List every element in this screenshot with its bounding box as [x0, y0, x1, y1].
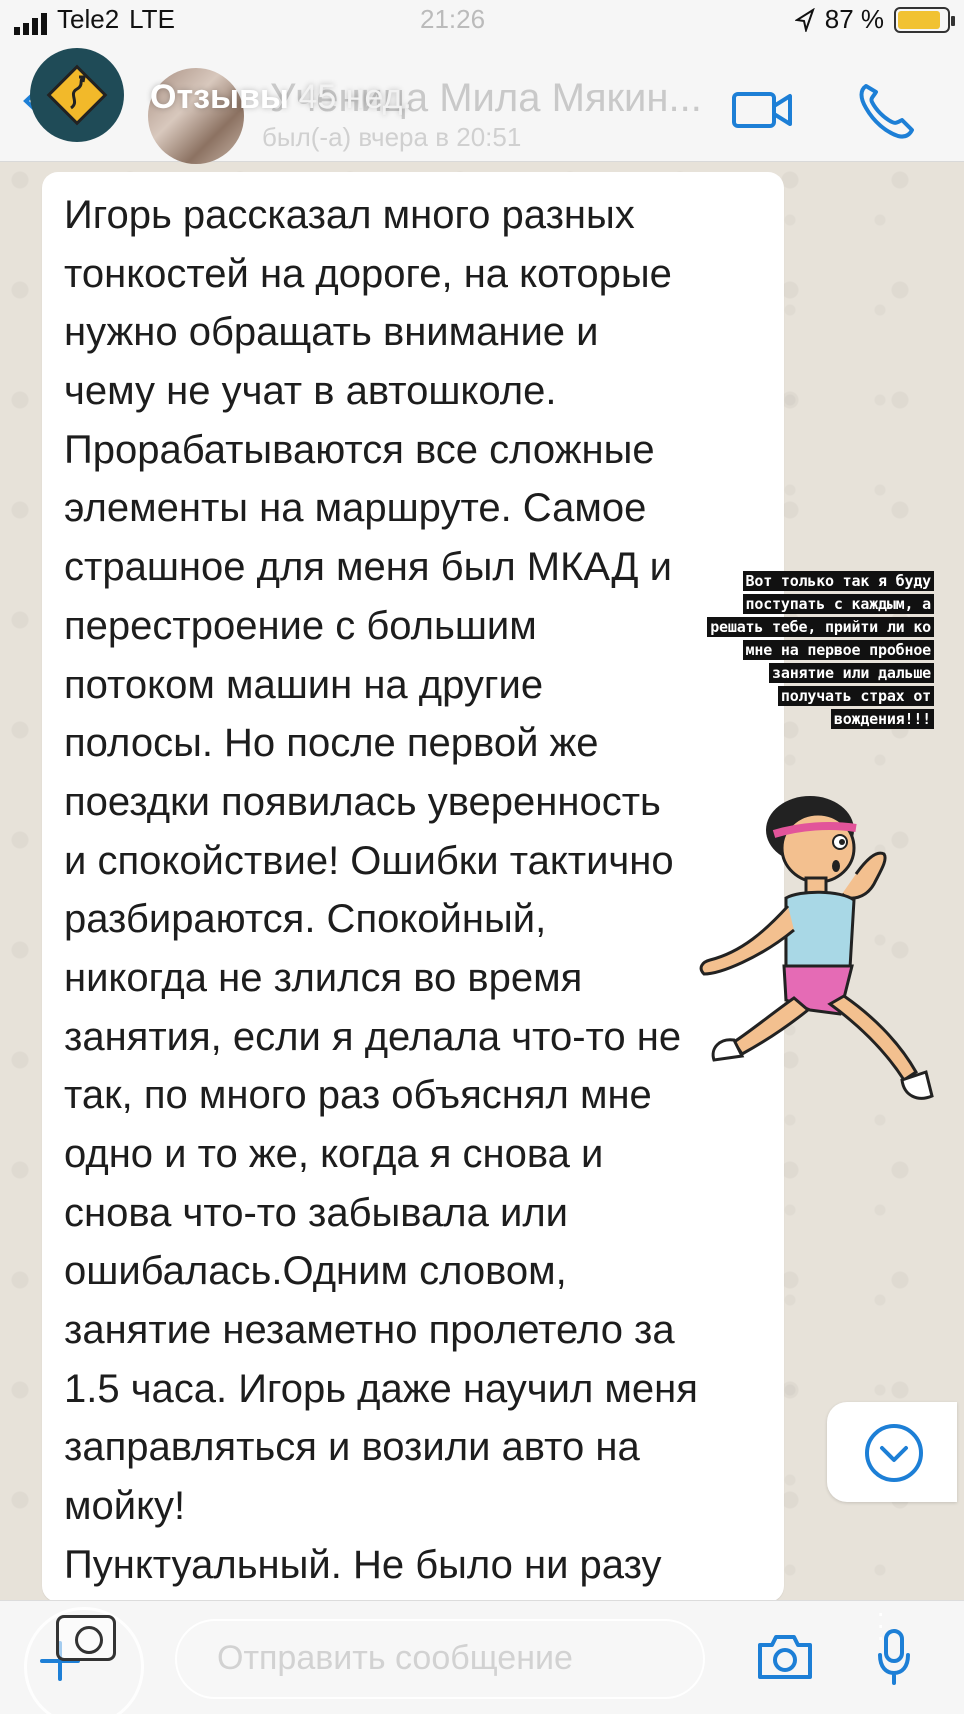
- message-line: заправляться и возили авто на: [64, 1425, 640, 1470]
- message-line: одно и то же, когда я снова и: [64, 1132, 604, 1176]
- video-call-icon[interactable]: [728, 80, 798, 140]
- status-bar: Tele2 LTE 21:26 87 %: [0, 0, 964, 40]
- caption-line: занятие или дальше: [604, 663, 934, 683]
- contact-status: был(-а) вчера в 20:51: [262, 122, 522, 152]
- caption-line-text: мне на первое пробное: [742, 640, 934, 660]
- road-sign-icon: [46, 64, 108, 126]
- message-line: занятия, если я делала что-то не: [64, 1014, 682, 1059]
- message-line: мойку!: [64, 1484, 186, 1529]
- chevron-down-circle-icon: [865, 1424, 923, 1482]
- running-girl-sticker: [699, 796, 934, 1100]
- caption-line-text: вождения!!!: [830, 709, 934, 729]
- story-logo[interactable]: [30, 48, 124, 142]
- message-line: никогда не злился во время: [64, 955, 583, 1000]
- battery-percent: 87 %: [824, 4, 884, 34]
- message-line: так, по много раз объяснял мне: [64, 1073, 652, 1118]
- caption-line-text: занятие или дальше: [769, 663, 934, 683]
- message-input[interactable]: Отправить сообщение: [175, 1619, 705, 1699]
- message-line: 1.5 часа. Игорь даже научил меня: [64, 1366, 698, 1411]
- caption-line: вождения!!!: [604, 709, 934, 729]
- caption-line: Вот только так я буду: [604, 571, 934, 591]
- caption-line-text: решать тебе, прийти ли ко: [707, 617, 934, 637]
- message-bubble[interactable]: Игорь рассказал много разных тонкостей на…: [42, 172, 784, 1602]
- microphone-icon[interactable]: [876, 1627, 912, 1687]
- message-line: элементы на маршруте. Самое: [64, 486, 647, 531]
- message-line: поездки появилась уверенность: [64, 779, 661, 824]
- message-line: Пунктуальный. Не было ни разу: [64, 1542, 662, 1587]
- story-age: 45 нед.: [298, 78, 412, 116]
- caption-line: решать тебе, прийти ли ко: [604, 617, 934, 637]
- status-time: 21:26: [420, 4, 486, 34]
- message-line: Прорабатываются все сложные: [64, 427, 655, 472]
- camera-icon[interactable]: [756, 1631, 814, 1681]
- input-bar: Отправить сообщение · · ·: [0, 1599, 964, 1714]
- caption-line: получать страх от: [604, 686, 934, 706]
- message-line: разбираются. Спокойный,: [64, 897, 547, 942]
- story-camera-icon[interactable]: [56, 1615, 116, 1661]
- location-arrow-icon: [794, 7, 815, 32]
- battery-level: [898, 10, 940, 29]
- scroll-down-button[interactable]: [827, 1402, 957, 1502]
- message-text: Игорь рассказал много разных тонкостей на…: [64, 186, 764, 1602]
- battery-icon: [894, 6, 955, 33]
- message-line: тонкостей на дороге, на которые: [64, 251, 672, 296]
- phone-icon[interactable]: [852, 80, 922, 140]
- chat-header: Ученица Мила Мякин... был(-а) вчера в 20…: [0, 40, 964, 164]
- carrier-name: Tele2: [57, 4, 120, 34]
- status-left: Tele2 LTE: [14, 4, 175, 35]
- message-line: занятие незаметно пролетело за: [64, 1308, 675, 1353]
- network-type: LTE: [129, 4, 175, 34]
- caption-line-text: поступать с каждым, а: [742, 594, 934, 614]
- story-title: Отзывы 45 нед.: [150, 78, 412, 117]
- message-line: ошибалась.Одним словом,: [64, 1249, 567, 1294]
- message-line: нужно обращать внимание и: [64, 310, 599, 355]
- message-line: чему не учат в автошколе.: [64, 369, 557, 414]
- signal-strength-icon: [14, 9, 47, 35]
- caption-line: мне на первое пробное: [604, 640, 934, 660]
- story-title-text: Отзывы: [150, 78, 289, 116]
- message-placeholder: Отправить сообщение: [217, 1639, 573, 1677]
- message-line: Игорь рассказал много разных: [64, 193, 635, 237]
- caption-line-text: Вот только так я буду: [742, 571, 934, 591]
- status-right: 87 %: [794, 4, 955, 35]
- caption-line-text: получать страх от: [777, 686, 934, 706]
- story-caption: Вот только так я буду поступать с каждым,…: [604, 571, 934, 733]
- caption-line: поступать с каждым, а: [604, 594, 934, 614]
- message-line: и спокойствие! Ошибки тактично: [64, 838, 674, 883]
- message-line: снова что-то забывала или: [64, 1190, 569, 1235]
